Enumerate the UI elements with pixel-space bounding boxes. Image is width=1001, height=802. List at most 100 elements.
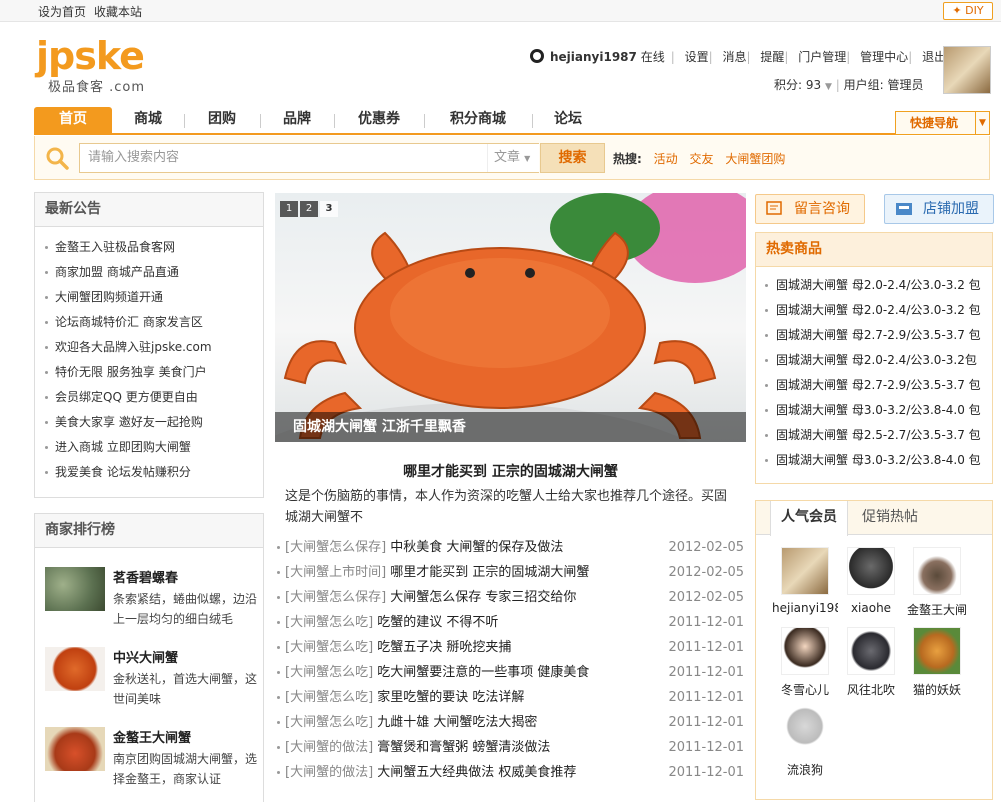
list-item[interactable]: [大闸蟹怎么吃] 九雌十雄 大闸蟹吃法大揭密 2011-12-01 (275, 710, 746, 735)
nav-groupbuy[interactable]: 团购 (186, 107, 258, 134)
tab-popular-members[interactable]: 人气会员 (770, 501, 848, 536)
nav-brand[interactable]: 品牌 (262, 107, 332, 134)
article-category[interactable]: [大闸蟹怎么保存] (285, 590, 386, 605)
portal-admin-link[interactable]: 门户管理 (798, 50, 846, 64)
set-home-link[interactable]: 设为首页 (38, 3, 86, 20)
list-item[interactable]: 美食大家享 邀好友一起抢购 (35, 410, 263, 435)
list-item[interactable]: 金螯王入驻极品食客网 (35, 235, 263, 260)
username-link[interactable]: hejianyi1987 (550, 50, 637, 64)
article-category[interactable]: [大闸蟹的做法] (285, 740, 373, 755)
article-link[interactable]: 吃大闸蟹要注意的一些事项 健康美食 (377, 665, 589, 680)
avatar (913, 627, 961, 675)
ranking-item[interactable]: 金螯王大闸蟹 南京团购固城湖大闸蟹，选择金螯王，商家认证 (45, 727, 261, 799)
article-link[interactable]: 家里吃蟹的要诀 吃法详解 (377, 690, 524, 705)
search-input[interactable]: 请输入搜索内容 (79, 143, 539, 173)
list-item[interactable]: [大闸蟹怎么吃] 吃蟹的建议 不得不听 2011-12-01 (275, 610, 746, 635)
diy-button[interactable]: ✦ DIY (943, 2, 993, 20)
nav-coupon[interactable]: 优惠券 (336, 107, 422, 134)
list-item[interactable]: [大闸蟹怎么保存] 中秋美食 大闸蟹的保存及做法 2012-02-05 (275, 535, 746, 560)
list-item[interactable]: [大闸蟹怎么吃] 吃大闸蟹要注意的一些事项 健康美食 2011-12-01 (275, 660, 746, 685)
slider-dot[interactable]: 3 (320, 201, 338, 217)
nav-home[interactable]: 首页 (34, 107, 112, 134)
list-item[interactable]: [大闸蟹上市时间] 哪里才能买到 正宗的固城湖大闸蟹 2012-02-05 (275, 560, 746, 585)
list-item[interactable]: 特价无限 服务独享 美食门户 (35, 360, 263, 385)
member-card[interactable]: xiaohe (838, 547, 904, 615)
member-card[interactable]: 风往北吹 (838, 627, 904, 698)
list-item[interactable]: 会员绑定QQ 更方便更自由 (35, 385, 263, 410)
article-category[interactable]: [大闸蟹怎么吃] (285, 615, 373, 630)
article-category[interactable]: [大闸蟹怎么吃] (285, 665, 373, 680)
list-item[interactable]: 大闸蟹团购频道开通 (35, 285, 263, 310)
list-item[interactable]: [大闸蟹的做法] 大闸蟹五大经典做法 权威美食推荐 2011-12-01 (275, 760, 746, 785)
article-link[interactable]: 大闸蟹怎么保存 专家三招交给你 (390, 590, 576, 605)
article-category[interactable]: [大闸蟹上市时间] (285, 565, 386, 580)
list-item[interactable]: 固城湖大闸蟹 母2.0-2.4/公3.0-3.2 包 (756, 273, 992, 298)
consult-button[interactable]: 留言咨询 (755, 194, 865, 224)
article-link[interactable]: 中秋美食 大闸蟹的保存及做法 (390, 540, 563, 555)
list-item[interactable]: 进入商城 立即团购大闸蟹 (35, 435, 263, 460)
article-title[interactable]: 哪里才能买到 正宗的固城湖大闸蟹 (275, 461, 746, 481)
member-card[interactable]: 猫的妖妖 (904, 627, 970, 698)
nav-forum[interactable]: 论坛 (534, 107, 602, 134)
image-slider[interactable]: 1 2 3 固城湖大闸蟹 江浙千里飘香 (275, 193, 746, 442)
article-category[interactable]: [大闸蟹怎么吃] (285, 640, 373, 655)
list-item[interactable]: 固城湖大闸蟹 母2.0-2.4/公3.0-3.2包 (756, 348, 992, 373)
messages-link[interactable]: 消息 (723, 50, 747, 64)
list-item[interactable]: 固城湖大闸蟹 母2.0-2.4/公3.0-3.2 包 (756, 298, 992, 323)
article-category[interactable]: [大闸蟹怎么保存] (285, 540, 386, 555)
article-category[interactable]: [大闸蟹的做法] (285, 765, 373, 780)
list-item[interactable]: 论坛商城特价汇 商家发言区 (35, 310, 263, 335)
article-link[interactable]: 吃蟹五子决 掰吮挖夹捕 (377, 640, 511, 655)
divider: | (835, 78, 840, 92)
points-dropdown[interactable]: 积分: 93 ▼ (774, 78, 832, 92)
list-item[interactable]: [大闸蟹怎么保存] 大闸蟹怎么保存 专家三招交给你 2012-02-05 (275, 585, 746, 610)
slider-dot[interactable]: 2 (300, 201, 318, 217)
ranking-item[interactable]: 茗香碧螺春 条索紧结，蜷曲似螺，边沿上一层均匀的细白绒毛 (45, 567, 261, 639)
admin-center-link[interactable]: 管理中心 (860, 50, 908, 64)
member-card[interactable]: hejianyi198 (772, 547, 838, 615)
list-item[interactable]: [大闸蟹怎么吃] 家里吃蟹的要诀 吃法详解 2011-12-01 (275, 685, 746, 710)
list-item[interactable]: 固城湖大闸蟹 母2.5-2.7/公3.5-3.7 包 (756, 423, 992, 448)
slider-caption[interactable]: 固城湖大闸蟹 江浙千里飘香 (275, 412, 746, 442)
member-card[interactable]: 金螯王大闸 (904, 547, 970, 618)
list-item[interactable]: 固城湖大闸蟹 母3.0-3.2/公3.8-4.0 包 (756, 398, 992, 423)
shop-join-button[interactable]: 店铺加盟 (884, 194, 994, 224)
list-item[interactable]: 固城湖大闸蟹 母2.7-2.9/公3.5-3.7 包 (756, 323, 992, 348)
list-item[interactable]: 固城湖大闸蟹 母2.7-2.9/公3.5-3.7 包 (756, 373, 992, 398)
hot-search-link[interactable]: 大闸蟹团购 (725, 152, 785, 166)
list-item[interactable]: [大闸蟹怎么吃] 吃蟹五子决 掰吮挖夹捕 2011-12-01 (275, 635, 746, 660)
member-card[interactable]: 冬雪心儿 (772, 627, 838, 698)
slider-dot[interactable]: 1 (280, 201, 298, 217)
ranking-item[interactable]: 中兴大闸蟹 金秋送礼，首选大闸蟹，这世间美味 (45, 647, 261, 719)
list-item[interactable]: 我爱美食 论坛发帖赚积分 (35, 460, 263, 485)
nav-points-mall[interactable]: 积分商城 (426, 107, 530, 134)
site-logo[interactable]: jpske 极品食客 .com (36, 36, 166, 98)
quick-nav-button[interactable]: 快捷导航 ▼ (895, 111, 990, 135)
settings-link[interactable]: 设置 (685, 50, 709, 64)
article-link[interactable]: 膏蟹煲和膏蟹粥 螃蟹清淡做法 (377, 740, 550, 755)
article-link[interactable]: 大闸蟹五大经典做法 权威美食推荐 (377, 765, 576, 780)
main-nav: 首页 商城 团购 品牌 优惠券 积分商城 论坛 (34, 107, 990, 135)
member-name: 猫的妖妖 (912, 683, 961, 697)
hot-search-link[interactable]: 交友 (689, 152, 713, 166)
hot-search-link[interactable]: 活动 (654, 152, 678, 166)
tab-promo-posts[interactable]: 促销热帖 (852, 501, 928, 535)
article-category[interactable]: [大闸蟹怎么吃] (285, 715, 373, 730)
user-avatar[interactable] (943, 46, 991, 94)
reminders-link[interactable]: 提醒 (760, 50, 784, 64)
chevron-down-icon: ▼ (524, 154, 531, 163)
article-link[interactable]: 哪里才能买到 正宗的固城湖大闸蟹 (390, 565, 589, 580)
nav-mall[interactable]: 商城 (112, 107, 184, 134)
article-link[interactable]: 九雌十雄 大闸蟹吃法大揭密 (377, 715, 537, 730)
bookmark-link[interactable]: 收藏本站 (94, 3, 142, 20)
search-type-select[interactable]: 文章 ▼ (487, 144, 539, 172)
article-link[interactable]: 吃蟹的建议 不得不听 (377, 615, 498, 630)
article-category[interactable]: [大闸蟹怎么吃] (285, 690, 373, 705)
list-item[interactable]: 固城湖大闸蟹 母3.0-3.2/公3.8-4.0 包 (756, 448, 992, 473)
list-item[interactable]: 商家加盟 商城产品直通 (35, 260, 263, 285)
nav-divider (184, 114, 185, 128)
member-card[interactable]: 流浪狗 (772, 707, 838, 778)
list-item[interactable]: 欢迎各大品牌入驻jpske.com (35, 335, 263, 360)
search-button[interactable]: 搜索 (540, 143, 605, 173)
list-item[interactable]: [大闸蟹的做法] 膏蟹煲和膏蟹粥 螃蟹清淡做法 2011-12-01 (275, 735, 746, 760)
